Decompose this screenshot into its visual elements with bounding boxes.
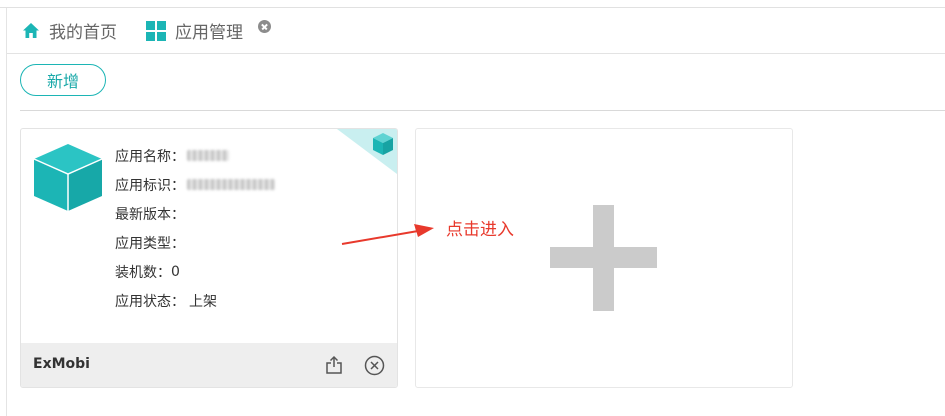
- app-status-row: 应用状态： 上架: [115, 286, 275, 315]
- share-icon[interactable]: [324, 355, 344, 375]
- tab-bar: 我的首页 应用管理: [7, 8, 945, 54]
- app-id-label: 应用标识：: [115, 177, 185, 194]
- page: 我的首页 应用管理 新增 应用名称： 应用标识： 最新版本： 应用类型： 装机数…: [0, 0, 945, 416]
- footer-app-type: ExMobi: [33, 356, 90, 372]
- grid-icon: [146, 20, 166, 41]
- app-name-value-redacted: [187, 150, 229, 161]
- corner-cube-icon: [373, 133, 393, 155]
- install-count-row: 装机数： 0: [115, 257, 275, 286]
- app-type-row: 应用类型：: [115, 228, 275, 257]
- tab-app-management-label: 应用管理: [175, 23, 243, 43]
- install-count-label: 装机数：: [115, 264, 171, 281]
- add-button[interactable]: 新增: [20, 64, 106, 96]
- app-info: 应用名称： 应用标识： 最新版本： 应用类型： 装机数： 0 应用状态： 上架: [115, 141, 275, 315]
- tab-home[interactable]: 我的首页: [22, 8, 117, 53]
- app-status-label: 应用状态：: [115, 293, 185, 310]
- app-status-value: 上架: [189, 293, 217, 310]
- cube-icon: [33, 144, 103, 211]
- app-name-label: 应用名称：: [115, 148, 185, 165]
- home-icon: [23, 23, 39, 38]
- close-icon[interactable]: [258, 20, 271, 33]
- annotation-text: 点击进入: [446, 220, 514, 240]
- tab-app-management[interactable]: 应用管理: [146, 8, 243, 53]
- toolbar: 新增: [20, 54, 945, 111]
- add-app-card[interactable]: [415, 128, 793, 388]
- annotation-arrow: [341, 224, 434, 245]
- left-gutter: [6, 8, 7, 416]
- tab-home-label: 我的首页: [49, 23, 117, 43]
- install-count-value: 0: [171, 263, 180, 280]
- remove-icon[interactable]: [364, 355, 385, 376]
- app-name-row: 应用名称：: [115, 141, 275, 170]
- app-card[interactable]: 应用名称： 应用标识： 最新版本： 应用类型： 装机数： 0 应用状态： 上架 …: [20, 128, 398, 388]
- latest-version-row: 最新版本：: [115, 199, 275, 228]
- app-id-row: 应用标识：: [115, 170, 275, 199]
- card-footer: ExMobi: [21, 343, 397, 387]
- app-id-value-redacted: [187, 179, 275, 190]
- latest-version-label: 最新版本：: [115, 206, 185, 223]
- app-type-label: 应用类型：: [115, 235, 185, 252]
